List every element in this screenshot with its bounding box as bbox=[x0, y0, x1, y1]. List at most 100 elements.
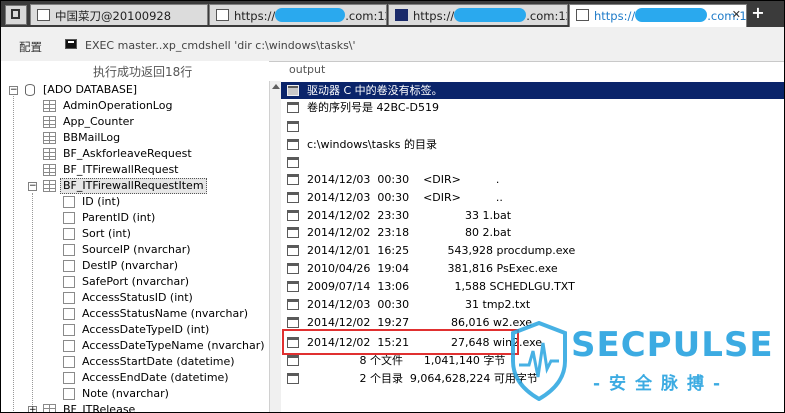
table-icon bbox=[43, 116, 56, 128]
output-row-text: 2014/12/03 00:30 <DIR> .. bbox=[307, 191, 503, 204]
row-icon bbox=[287, 263, 299, 274]
tab-label-prefix: https:// bbox=[413, 9, 455, 23]
tree-table[interactable]: BF_ITFirewallRequest bbox=[1, 162, 269, 178]
tree-column[interactable]: DestIP (nvarchar) bbox=[1, 258, 269, 274]
tab-chopper[interactable]: 中国菜刀@20100928 bbox=[30, 4, 208, 25]
tree-column[interactable]: SourceIP (nvarchar) bbox=[1, 242, 269, 258]
column-icon bbox=[63, 308, 75, 320]
row-icon bbox=[287, 192, 299, 203]
tab-label-prefix: https:// bbox=[594, 9, 636, 23]
output-row[interactable]: 2 个目录 9,064,628,224 可用字节 bbox=[281, 370, 784, 387]
tree-table-label: BF_ITFirewallRequestItem bbox=[60, 178, 207, 194]
redaction-mask bbox=[635, 8, 708, 22]
database-icon bbox=[25, 84, 35, 96]
tree-column-label: DestIP (nvarchar) bbox=[82, 259, 179, 272]
output-header: output bbox=[281, 61, 784, 81]
output-row-text: 2014/12/03 00:30 31 tmp2.txt bbox=[307, 298, 531, 311]
tree-column[interactable]: AccessStatusName (nvarchar) bbox=[1, 306, 269, 322]
tree-column-label: SourceIP (nvarchar) bbox=[82, 243, 191, 256]
tree-column[interactable]: ID (int) bbox=[1, 194, 269, 210]
panel-toggle-button[interactable] bbox=[5, 5, 27, 25]
tree-column-label: AccessEndDate (datetime) bbox=[82, 371, 229, 384]
redaction-mask bbox=[454, 8, 527, 22]
scroll-up-icon[interactable] bbox=[272, 84, 280, 89]
close-tab-icon[interactable]: ✕ bbox=[732, 8, 741, 21]
tab-label-suffix: .com:123... bbox=[707, 9, 747, 23]
tree-column-label: AccessDateTypeID (int) bbox=[82, 323, 210, 336]
output-row[interactable]: 2010/04/26 19:04 381,816 PsExec.exe bbox=[281, 260, 784, 277]
tab-label: 中国菜刀@20100928 bbox=[55, 9, 172, 23]
collapse-icon[interactable]: − bbox=[9, 86, 18, 95]
output-row[interactable]: 2014/12/01 16:25 543,928 procdump.exe bbox=[281, 242, 784, 259]
row-icon bbox=[287, 281, 299, 292]
column-icon bbox=[63, 244, 75, 256]
tree-column[interactable]: Note (nvarchar) bbox=[1, 386, 269, 402]
tree-column[interactable]: ParentID (int) bbox=[1, 210, 269, 226]
output-scrollbar[interactable] bbox=[269, 81, 281, 412]
output-row[interactable]: c:\windows\tasks 的目录 bbox=[281, 136, 784, 153]
output-row[interactable]: 卷的序列号是 42BC-D519 bbox=[281, 99, 784, 116]
output-row-text: 2 个目录 9,064,628,224 可用字节 bbox=[307, 372, 538, 385]
tree-column[interactable]: AccessDateTypeID (int) bbox=[1, 322, 269, 338]
column-icon bbox=[63, 388, 75, 400]
redaction-mask bbox=[275, 8, 346, 22]
output-row[interactable]: 2009/07/14 13:06 1,588 SCHEDLGU.TXT bbox=[281, 278, 784, 295]
tree-table[interactable]: BBMailLog bbox=[1, 130, 269, 146]
tree-root[interactable]: − [ADO DATABASE] bbox=[1, 82, 269, 98]
tree-table-label: BF_ITFirewallRequest bbox=[63, 163, 179, 176]
tree-column[interactable]: AccessEndDate (datetime) bbox=[1, 370, 269, 386]
result-status-text: 执行成功返回18行 bbox=[93, 65, 193, 79]
tree-table-label: AdminOperationLog bbox=[63, 99, 173, 112]
tab-site-1[interactable]: https:// .com:123... bbox=[209, 4, 387, 25]
output-row[interactable]: 驱动器 C 中的卷没有标签。 bbox=[281, 82, 784, 99]
expand-icon[interactable]: + bbox=[28, 406, 37, 412]
column-icon bbox=[63, 372, 75, 384]
output-column-header: output bbox=[289, 63, 326, 76]
output-row[interactable] bbox=[281, 118, 784, 135]
row-icon bbox=[287, 139, 299, 150]
page-icon bbox=[395, 9, 408, 21]
row-icon bbox=[287, 227, 299, 238]
tab-site-2[interactable]: https:// .com:123... bbox=[388, 4, 568, 25]
output-row-text: 2014/12/02 23:30 33 1.bat bbox=[307, 209, 512, 222]
command-input[interactable]: EXEC master..xp_cmdshell 'dir c:\windows… bbox=[85, 39, 356, 52]
output-row[interactable]: 2014/12/03 00:30 <DIR> . bbox=[281, 171, 784, 188]
tree-table-label: BBMailLog bbox=[63, 131, 121, 144]
tab-label-prefix: https:// bbox=[234, 9, 276, 23]
column-icon bbox=[63, 196, 75, 208]
page-icon bbox=[216, 9, 229, 21]
row-icon bbox=[287, 121, 299, 132]
table-icon bbox=[43, 180, 56, 192]
output-row-text: 2010/04/26 19:04 381,816 PsExec.exe bbox=[307, 262, 558, 275]
new-tab-button[interactable]: + bbox=[751, 4, 765, 22]
tree-table-selected[interactable]: − BF_ITFirewallRequestItem bbox=[1, 178, 269, 194]
output-row[interactable]: 2014/12/02 23:18 80 2.bat bbox=[281, 224, 784, 241]
tree-column[interactable]: Sort (int) bbox=[1, 226, 269, 242]
tree-table[interactable]: AdminOperationLog bbox=[1, 98, 269, 114]
tree-table[interactable]: App_Counter bbox=[1, 114, 269, 130]
tab-site-3-active[interactable]: https:// .com:123... ✕ bbox=[569, 4, 747, 27]
output-row-text: 2014/12/03 00:30 <DIR> . bbox=[307, 173, 500, 186]
table-icon bbox=[43, 132, 56, 144]
table-icon bbox=[43, 164, 56, 176]
tree-column[interactable]: AccessStartDate (datetime) bbox=[1, 354, 269, 370]
tab-label-suffix: .com:123... bbox=[345, 9, 386, 23]
row-icon bbox=[287, 355, 299, 366]
table-icon bbox=[43, 148, 56, 160]
tree-table[interactable]: BF_AskforleaveRequest bbox=[1, 146, 269, 162]
tree-table-label: BF_ITRelease bbox=[63, 403, 136, 413]
config-menu[interactable]: 配置 bbox=[19, 39, 42, 55]
output-row[interactable]: 2014/12/02 23:30 33 1.bat bbox=[281, 207, 784, 224]
tree-column[interactable]: AccessDateTypeName (nvarchar) bbox=[1, 338, 269, 354]
output-row-text: c:\windows\tasks 的目录 bbox=[307, 138, 438, 151]
tree-column[interactable]: SafePort (nvarchar) bbox=[1, 274, 269, 290]
tree-column-label: ID (int) bbox=[82, 195, 121, 208]
output-row[interactable] bbox=[281, 154, 784, 171]
tree-column[interactable]: AccessStatusID (int) bbox=[1, 290, 269, 306]
collapse-icon[interactable]: − bbox=[28, 182, 37, 191]
row-icon bbox=[287, 210, 299, 221]
output-row[interactable]: 2014/12/03 00:30 <DIR> .. bbox=[281, 189, 784, 206]
output-row[interactable]: 2014/12/03 00:30 31 tmp2.txt bbox=[281, 296, 784, 313]
tree-column-label: AccessStartDate (datetime) bbox=[82, 355, 235, 368]
tree-table-last[interactable]: + BF_ITRelease bbox=[1, 402, 269, 413]
